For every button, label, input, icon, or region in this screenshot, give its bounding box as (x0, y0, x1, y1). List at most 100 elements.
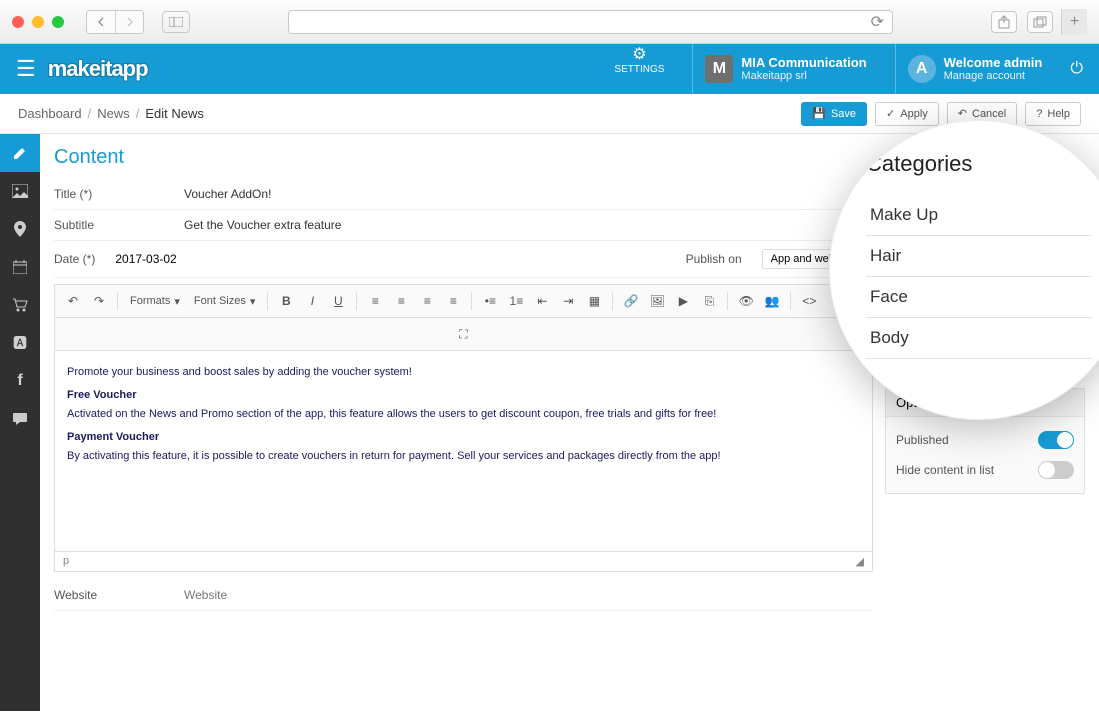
preview-icon[interactable]: 👁 (734, 289, 758, 313)
image-editor-icon[interactable]: 🖼 (645, 289, 669, 313)
org-name: MIA Communication (741, 55, 866, 71)
outdent-icon[interactable]: ⇤ (530, 289, 554, 313)
resize-handle[interactable]: ◢ (856, 555, 864, 568)
sidebar-toggle[interactable] (162, 11, 190, 33)
refresh-icon[interactable]: ⟳ (871, 12, 884, 32)
user-avatar: A (908, 55, 936, 83)
rail-chat-icon[interactable] (0, 400, 40, 438)
website-row: Website (54, 580, 873, 611)
new-tab-button[interactable]: + (1061, 9, 1087, 35)
minimize-window[interactable] (32, 16, 44, 28)
rail-edit-icon[interactable] (0, 134, 40, 172)
url-bar[interactable]: ⟳ (288, 10, 893, 34)
source-icon[interactable]: <> (797, 289, 821, 313)
rail-image-icon[interactable] (0, 172, 40, 210)
hide-row: Hide content in list (896, 455, 1074, 485)
published-toggle[interactable] (1038, 431, 1074, 449)
content-panel: Content Title (*) Subtitle Date (*) 2017… (54, 146, 873, 699)
save-button[interactable]: 💾Save (801, 102, 867, 126)
body-h1: Free Voucher (67, 387, 860, 404)
tabs-icon[interactable] (1027, 11, 1053, 33)
close-window[interactable] (12, 16, 24, 28)
align-justify-icon[interactable]: ≡ (441, 289, 465, 313)
date-row: Date (*) 2017-03-02 Publish on App and w… (54, 241, 873, 278)
apply-button[interactable]: ✓Apply (875, 102, 939, 126)
link-icon[interactable]: 🔗 (619, 289, 643, 313)
subtitle-input[interactable] (184, 218, 873, 232)
formats-dropdown[interactable]: Formats ▾ (124, 295, 186, 308)
editor-statusbar: p ◢ (55, 551, 872, 571)
gear-icon: ⚙ (632, 44, 646, 64)
editor-body[interactable]: Promote your business and boost sales by… (55, 351, 872, 551)
category-item[interactable]: Face (866, 277, 1092, 318)
bullet-list-icon[interactable]: •≡ (478, 289, 502, 313)
rail-location-icon[interactable] (0, 210, 40, 248)
categories-list: Make Up Hair Face Body (866, 195, 1092, 359)
editor-toolbar: ↶ ↷ Formats ▾ Font Sizes ▾ B I U ≡ ≡ ≡ ≡… (55, 285, 872, 318)
menu-icon[interactable]: ☰ (16, 56, 36, 82)
back-button[interactable] (87, 11, 115, 33)
undo-icon[interactable]: ↶ (61, 289, 85, 313)
fontsize-dropdown[interactable]: Font Sizes ▾ (188, 295, 262, 308)
rich-editor: ↶ ↷ Formats ▾ Font Sizes ▾ B I U ≡ ≡ ≡ ≡… (54, 284, 873, 572)
embed-icon[interactable]: ⎘ (697, 289, 721, 313)
date-label: Date (*) (54, 252, 95, 266)
title-label: Title (*) (54, 187, 184, 201)
media-icon[interactable]: ▶ (671, 289, 695, 313)
date-value[interactable]: 2017-03-02 (115, 252, 176, 266)
table-icon[interactable]: ▦ (582, 289, 606, 313)
browser-chrome: ⟳ + (0, 0, 1099, 44)
logout-icon[interactable]: ⏻ (1070, 60, 1083, 78)
status-path: p (63, 555, 69, 568)
indent-icon[interactable]: ⇥ (556, 289, 580, 313)
side-rail: 🅰 f (0, 134, 40, 711)
save-icon: 💾 (812, 107, 826, 120)
nav-buttons (86, 10, 144, 34)
organization-section[interactable]: M MIA Communication Makeitapp srl (692, 44, 878, 94)
number-list-icon[interactable]: 1≡ (504, 289, 528, 313)
undo-icon: ↶ (958, 107, 967, 120)
crumb-dashboard[interactable]: Dashboard (18, 106, 82, 121)
publish-label: Publish on (686, 252, 742, 266)
align-left-icon[interactable]: ≡ (363, 289, 387, 313)
help-button[interactable]: ?Help (1025, 102, 1081, 126)
panel-title: Content (54, 146, 873, 169)
forward-button[interactable] (115, 11, 143, 33)
hide-toggle[interactable] (1038, 461, 1074, 479)
rail-cart-icon[interactable] (0, 286, 40, 324)
categories-title: Categories (866, 151, 1092, 177)
italic-icon[interactable]: I (300, 289, 324, 313)
body-p2: Activated on the News and Promo section … (67, 406, 860, 423)
category-item[interactable]: Body (866, 318, 1092, 359)
org-sub: Makeitapp srl (741, 70, 866, 83)
hide-label: Hide content in list (896, 463, 994, 477)
fullscreen-icon[interactable]: ⛶ (63, 322, 864, 346)
align-right-icon[interactable]: ≡ (415, 289, 439, 313)
category-item[interactable]: Make Up (866, 195, 1092, 236)
underline-icon[interactable]: U (326, 289, 350, 313)
published-row: Published (896, 425, 1074, 455)
body-p3: By activating this feature, it is possib… (67, 448, 860, 465)
crumb-news[interactable]: News (97, 106, 130, 121)
traffic-lights (12, 16, 64, 28)
rail-facebook-icon[interactable]: f (0, 362, 40, 400)
title-input[interactable] (184, 187, 873, 201)
redo-icon[interactable]: ↷ (87, 289, 111, 313)
rail-calendar-icon[interactable] (0, 248, 40, 286)
settings-button[interactable]: ⚙ SETTINGS (602, 44, 676, 94)
published-label: Published (896, 433, 949, 447)
website-label: Website (54, 588, 184, 602)
body-h2: Payment Voucher (67, 429, 860, 446)
rail-translate-icon[interactable]: 🅰 (0, 324, 40, 362)
welcome-text: Welcome admin (944, 55, 1043, 71)
website-input[interactable] (184, 588, 873, 602)
manage-account-link: Manage account (944, 70, 1043, 83)
users-icon[interactable]: 👥 (760, 289, 784, 313)
bold-icon[interactable]: B (274, 289, 298, 313)
account-section[interactable]: A Welcome admin Manage account (895, 44, 1055, 94)
category-item[interactable]: Hair (866, 236, 1092, 277)
share-icon[interactable] (991, 11, 1017, 33)
align-center-icon[interactable]: ≡ (389, 289, 413, 313)
app-header: ☰ makeitapp ⚙ SETTINGS M MIA Communicati… (0, 44, 1099, 94)
maximize-window[interactable] (52, 16, 64, 28)
